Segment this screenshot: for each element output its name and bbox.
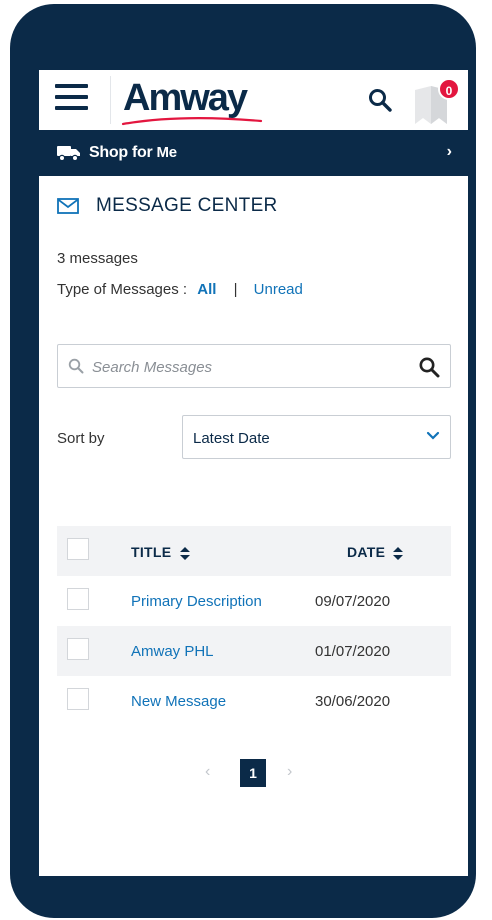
app-screen: Amway 0 Shop for Me › MESSAGE CENTER 3 m… — [39, 70, 468, 876]
message-type-filter: Type of Messages : All | Unread — [57, 281, 303, 298]
notifications-button[interactable]: 0 — [411, 78, 461, 126]
chevron-down-icon — [426, 431, 440, 440]
next-page-chevron-icon[interactable]: › — [287, 763, 292, 781]
top-header: Amway 0 — [39, 70, 468, 130]
search-small-icon — [68, 358, 84, 374]
date-column-header[interactable]: DATE — [347, 544, 404, 560]
row-checkbox[interactable] — [67, 638, 89, 660]
message-date: 09/07/2020 — [315, 593, 391, 610]
sort-selected-value: Latest Date — [193, 430, 270, 447]
shop-for-bar[interactable]: Shop for Me › — [39, 130, 468, 176]
amway-logo[interactable]: Amway — [123, 79, 248, 117]
header-divider — [110, 76, 111, 124]
message-date: 01/07/2020 — [315, 643, 391, 660]
search-messages-box — [57, 344, 451, 388]
pagination: ‹ 1 › — [199, 759, 309, 787]
phone-frame: Amway 0 Shop for Me › MESSAGE CENTER 3 m… — [10, 4, 476, 918]
shop-for-label: Shop for Me — [89, 144, 177, 161]
previous-page-chevron-icon[interactable]: ‹ — [205, 763, 210, 781]
search-submit-icon[interactable] — [418, 356, 440, 378]
row-checkbox[interactable] — [67, 588, 89, 610]
sort-by-select[interactable]: Latest Date — [182, 415, 451, 459]
message-date: 30/06/2020 — [315, 693, 391, 710]
sort-icon — [179, 546, 190, 560]
filter-all-link[interactable]: All — [197, 281, 216, 298]
sort-by-label: Sort by — [57, 430, 105, 447]
message-count: 3 messages — [57, 250, 138, 267]
search-messages-input[interactable] — [92, 355, 402, 379]
table-header-row: TITLE DATE — [57, 526, 451, 576]
message-title-link[interactable]: Primary Description — [131, 593, 262, 610]
sort-icon — [393, 546, 404, 560]
table-row: Primary Description 09/07/2020 — [57, 576, 451, 626]
truck-icon — [57, 146, 80, 162]
notification-badge: 0 — [438, 78, 460, 100]
filter-separator: | — [233, 281, 238, 298]
page-number-current[interactable]: 1 — [240, 759, 266, 787]
hamburger-menu-icon[interactable] — [55, 84, 88, 110]
table-row: Amway PHL 01/07/2020 — [57, 626, 451, 676]
page-title: MESSAGE CENTER — [96, 195, 278, 216]
message-title-link[interactable]: Amway PHL — [131, 643, 214, 660]
title-column-header[interactable]: TITLE — [131, 544, 190, 560]
logo-swoosh-icon — [121, 117, 263, 126]
envelope-icon — [57, 198, 79, 214]
type-label: Type of Messages : — [57, 281, 188, 298]
table-row: New Message 30/06/2020 — [57, 676, 451, 726]
message-title-link[interactable]: New Message — [131, 693, 226, 710]
search-icon[interactable] — [367, 87, 393, 113]
select-all-checkbox[interactable] — [67, 538, 89, 560]
filter-unread-link[interactable]: Unread — [254, 281, 303, 298]
messages-table: TITLE DATE Primary Description 09/07/202… — [57, 526, 451, 726]
row-checkbox[interactable] — [67, 688, 89, 710]
chevron-right-icon: › — [446, 143, 452, 160]
